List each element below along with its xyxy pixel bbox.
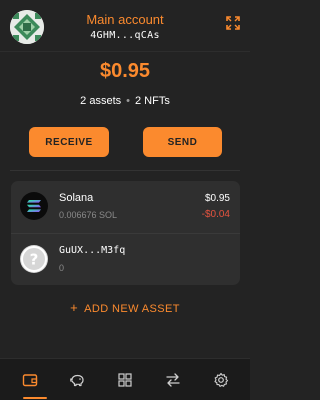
plus-icon: + xyxy=(70,300,79,315)
wallet-icon xyxy=(22,374,38,387)
svg-text:?: ? xyxy=(30,251,39,269)
asset-change: -$0.04 xyxy=(201,209,230,220)
tab-swap[interactable] xyxy=(148,359,198,400)
header: Main account 4GHM...qCAs xyxy=(0,0,250,52)
grid-icon xyxy=(118,373,132,387)
assets-count: 2 assets xyxy=(80,95,122,107)
asset-row-solana[interactable]: Solana 0.006676 SOL $0.95 -$0.04 xyxy=(11,181,240,233)
total-balance: $0.95 xyxy=(99,60,151,82)
separator-dot: • xyxy=(126,95,130,107)
send-button[interactable]: SEND xyxy=(143,127,222,157)
receive-button[interactable]: RECEIVE xyxy=(29,127,109,157)
nfts-count[interactable]: 2 NFTs xyxy=(135,95,170,107)
swap-icon xyxy=(166,373,180,387)
piggy-bank-icon xyxy=(70,374,84,387)
bottom-tab-bar xyxy=(0,358,250,400)
unknown-token-icon: ? xyxy=(20,245,48,273)
asset-value: $0.95 xyxy=(204,193,230,204)
add-asset-label: ADD NEW ASSET xyxy=(84,303,180,315)
tab-staking[interactable] xyxy=(52,359,102,400)
add-new-asset-button[interactable]: + ADD NEW ASSET xyxy=(0,300,250,315)
tab-collectibles[interactable] xyxy=(100,359,150,400)
account-name[interactable]: Main account xyxy=(80,12,170,27)
active-tab-indicator xyxy=(23,397,47,399)
settings-gear-icon xyxy=(214,372,229,387)
asset-name: Solana xyxy=(59,192,94,204)
account-avatar[interactable] xyxy=(10,10,44,44)
divider xyxy=(10,170,240,171)
holdings-summary: 2 assets • 2 NFTs xyxy=(0,95,250,107)
asset-row-unknown-token[interactable]: ? GuUX...M3fq 0 xyxy=(11,233,240,285)
solana-logo-icon xyxy=(20,192,48,220)
account-address[interactable]: 4GHM...qCAs xyxy=(80,30,170,41)
identicon-icon xyxy=(10,10,44,44)
asset-name: GuUX...M3fq xyxy=(59,245,126,256)
asset-amount: 0.006676 SOL xyxy=(59,210,118,220)
asset-amount: 0 xyxy=(59,263,65,273)
tab-wallet[interactable] xyxy=(5,359,55,400)
asset-list: Solana 0.006676 SOL $0.95 -$0.04 ? GuUX.… xyxy=(11,181,240,285)
tab-settings[interactable] xyxy=(196,359,246,400)
expand-icon[interactable] xyxy=(226,16,240,30)
